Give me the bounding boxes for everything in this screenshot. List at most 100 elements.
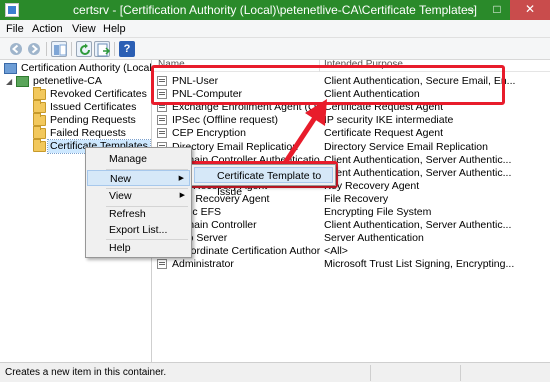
- table-row[interactable]: Exchange Enrollment Agent (Offline r... C…: [153, 101, 550, 113]
- tree-item-label: Failed Requests: [50, 127, 126, 139]
- template-name: IPSec (Offline request): [172, 114, 279, 127]
- tree-item-label: Certification Authority (Local): [21, 62, 152, 74]
- template-name: Administrator: [172, 258, 234, 271]
- toolbar: ?: [0, 38, 550, 60]
- title-bar: certsrv - [Certification Authority (Loca…: [0, 0, 550, 20]
- template-purpose: Client Authentication, Secure Email, En.…: [324, 75, 516, 87]
- toolbar-separator: [46, 42, 47, 56]
- template-purpose: Directory Service Email Replication: [324, 140, 488, 153]
- menu-item-export-list[interactable]: Export List...: [87, 222, 190, 238]
- tree-item-label: Revoked Certificates: [50, 88, 147, 100]
- table-row[interactable]: Domain Controller Client Authentication, …: [153, 219, 550, 231]
- table-row[interactable]: Directory Email Replication Directory Ser…: [153, 141, 550, 153]
- menu-item-label: New: [110, 173, 132, 185]
- template-name: EFS Recovery Agent: [172, 192, 270, 205]
- ca-icon: [16, 76, 29, 87]
- column-header-intended-purpose[interactable]: Intended Purpose: [324, 60, 403, 70]
- submenu-arrow-icon: ▶: [179, 192, 185, 199]
- status-divider: [370, 365, 371, 381]
- template-name: Basic EFS: [172, 206, 222, 218]
- template-name: Exchange Enrollment Agent (Offline r...: [172, 101, 320, 114]
- template-purpose: IP security IKE intermediate: [324, 114, 454, 127]
- table-row[interactable]: CEP Encryption Certificate Request Agent: [153, 127, 550, 139]
- table-row[interactable]: PNL-User Client Authentication, Secure Em…: [153, 75, 550, 87]
- template-purpose: Certificate Request Agent: [324, 127, 444, 140]
- refresh-icon[interactable]: [76, 41, 92, 57]
- back-icon[interactable]: [8, 41, 24, 57]
- folder-icon: [33, 100, 46, 113]
- template-purpose: Key Recovery Agent: [324, 179, 420, 192]
- template-purpose: Encrypting File System: [324, 206, 432, 218]
- maximize-button[interactable]: □: [484, 0, 510, 20]
- tree-item-label: Pending Requests: [50, 114, 136, 126]
- menu-file[interactable]: File: [6, 23, 24, 35]
- folder-icon: [33, 87, 46, 100]
- certificate-template-icon: [157, 259, 167, 270]
- folder-icon: [33, 139, 46, 152]
- toolbar-separator: [71, 42, 72, 56]
- template-name: Domain Controller: [172, 219, 257, 232]
- folder-icon: [33, 126, 46, 139]
- context-menu: Manage New ▶ View ▶ Refresh Export List.…: [85, 147, 192, 258]
- menu-view[interactable]: View: [72, 23, 96, 35]
- tree-item-label: Issued Certificates: [50, 101, 137, 113]
- template-purpose: Microsoft Trust List Signing, Encrypting…: [324, 258, 515, 271]
- menu-item-label: View: [109, 190, 132, 202]
- certificate-template-icon: [157, 76, 167, 86]
- menu-action[interactable]: Action: [32, 23, 63, 35]
- column-header-name[interactable]: Name: [158, 60, 185, 70]
- menu-item-view[interactable]: View ▶: [87, 188, 190, 204]
- help-icon[interactable]: ?: [119, 41, 135, 57]
- menu-item-manage[interactable]: Manage: [87, 151, 190, 167]
- menu-item-new[interactable]: New ▶: [87, 170, 190, 186]
- menu-bar: File Action View Help: [0, 20, 550, 38]
- export-list-icon[interactable]: [94, 41, 111, 57]
- menu-item-refresh[interactable]: Refresh: [87, 206, 190, 222]
- forward-icon[interactable]: [26, 41, 42, 57]
- template-name: PNL-Computer: [172, 88, 243, 101]
- folder-icon: [33, 113, 46, 126]
- minimize-button[interactable]: –: [458, 0, 484, 20]
- table-row[interactable]: EFS Recovery Agent File Recovery: [153, 193, 550, 205]
- template-purpose: File Recovery: [324, 192, 389, 205]
- table-row[interactable]: PNL-Computer Client Authentication: [153, 88, 550, 100]
- certificate-template-icon: [157, 89, 167, 100]
- certificate-template-icon: [157, 115, 167, 126]
- template-name: CEP Encryption: [172, 127, 246, 140]
- status-bar: Creates a new item in this container.: [0, 362, 550, 382]
- template-purpose: Client Authentication, Server Authentic.…: [324, 153, 512, 166]
- certificate-template-icon: [157, 128, 167, 139]
- template-name: Web Server: [172, 232, 228, 245]
- column-divider[interactable]: [319, 60, 320, 72]
- template-name: PNL-User: [172, 75, 219, 87]
- template-name: Subordinate Certification Authority: [172, 245, 320, 258]
- menu-item-certificate-template-to-issue[interactable]: Certificate Template to Issue: [194, 167, 333, 198]
- template-purpose: Certificate Request Agent: [324, 101, 444, 114]
- window-controls: – □ ✕: [458, 0, 550, 20]
- table-row[interactable]: Web Server Server Authentication: [153, 232, 550, 244]
- template-purpose: Client Authentication, Server Authentic.…: [324, 166, 512, 179]
- tree-item-label: petenetlive-CA: [33, 75, 102, 87]
- table-row[interactable]: Subordinate Certification Authority <All>: [153, 245, 550, 257]
- template-purpose: Client Authentication, Server Authentic.…: [324, 219, 512, 232]
- template-list: Name Intended Purpose PNL-User Client Aut…: [153, 60, 550, 362]
- template-name: Directory Email Replication: [172, 140, 299, 153]
- list-header: Name Intended Purpose: [153, 60, 550, 72]
- certificate-template-icon: [157, 102, 167, 113]
- toolbar-separator: [114, 42, 115, 56]
- status-text: Creates a new item in this container.: [5, 367, 167, 378]
- menu-item-help[interactable]: Help: [87, 240, 190, 256]
- table-row[interactable]: Basic EFS Encrypting File System: [153, 206, 550, 218]
- table-row[interactable]: Administrator Microsoft Trust List Signin…: [153, 258, 550, 270]
- expand-arrow-icon[interactable]: ◢: [6, 75, 12, 88]
- template-purpose: Client Authentication: [324, 88, 420, 101]
- server-icon: [4, 63, 17, 74]
- close-button[interactable]: ✕: [510, 0, 550, 20]
- menu-help[interactable]: Help: [103, 23, 126, 35]
- template-purpose: <All>: [324, 245, 348, 258]
- show-hide-tree-icon[interactable]: [51, 41, 67, 57]
- status-divider: [460, 365, 461, 381]
- submenu-arrow-icon: ▶: [178, 175, 184, 182]
- table-row[interactable]: IPSec (Offline request) IP security IKE i…: [153, 114, 550, 126]
- new-submenu: Certificate Template to Issue: [191, 164, 336, 198]
